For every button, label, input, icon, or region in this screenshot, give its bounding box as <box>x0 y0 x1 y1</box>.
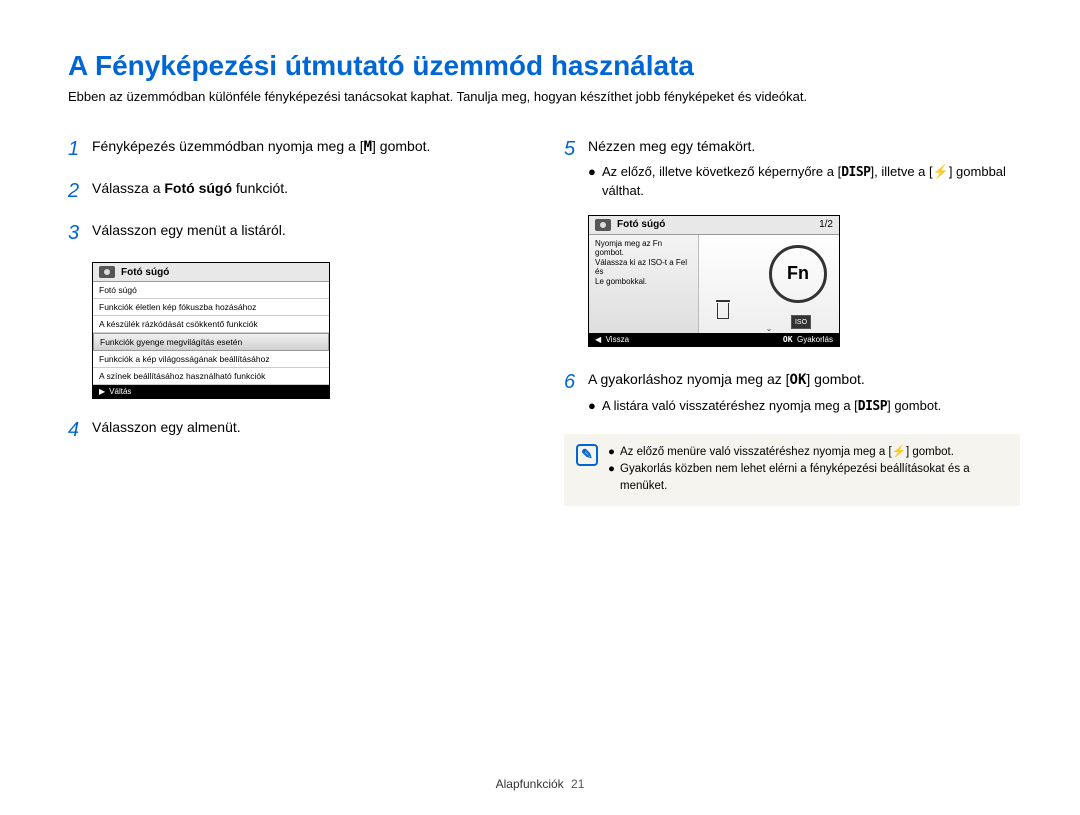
screenshot-menu-list: Fotó súgó Fotó súgó Funkciók életlen kép… <box>92 262 330 399</box>
bullet-icon: ● <box>608 461 620 496</box>
disp-icon: DISP <box>841 165 870 180</box>
fn-dial-icon: Fn <box>769 245 827 303</box>
left-arrow-icon: ◀ <box>595 335 601 344</box>
screen2-title: Fotó súgó <box>617 219 665 230</box>
mode-icon: M <box>364 139 372 155</box>
step-5-text: Nézzen meg egy témakört. <box>588 138 755 154</box>
step-4: 4 Válasszon egy almenüt. <box>68 417 524 445</box>
screen2-footer-right: Gyakorlás <box>797 335 833 344</box>
bullet-icon: ● <box>608 444 620 461</box>
step-5-sub-a: Az előző, illetve következő képernyőre a… <box>602 164 841 179</box>
step-2: 2 Válassza a Fotó súgó funkciót. <box>68 178 524 206</box>
step-number: 6 <box>564 367 588 416</box>
right-arrow-icon: ▶ <box>99 387 105 396</box>
step-1: 1 Fényképezés üzemmódban nyomja meg a [M… <box>68 136 524 164</box>
left-column: 1 Fényképezés üzemmódban nyomja meg a [M… <box>68 136 524 505</box>
step-number: 2 <box>68 176 92 206</box>
step-1-text-b: ] gombot. <box>372 138 430 154</box>
ok-icon: OK <box>783 335 793 344</box>
camera-icon <box>99 266 115 278</box>
list-item: Funkciók a kép világosságának beállításá… <box>93 351 329 368</box>
step-2-bold: Fotó súgó <box>164 180 232 196</box>
page-footer: Alapfunkciók 21 <box>0 777 1080 791</box>
step-2-text-a: Válassza a <box>92 180 164 196</box>
step-3: 3 Válasszon egy menüt a listáról. <box>68 220 524 248</box>
step-5-sub-b: ], illetve a [ <box>871 164 933 179</box>
intro-text: Ebben az üzemmódban különféle fényképezé… <box>68 88 1020 106</box>
footer-label: Alapfunkciók <box>496 777 564 791</box>
step-6-sub-b: ] gombot. <box>887 398 941 413</box>
camera-icon <box>595 219 611 231</box>
chevron-down-icon: ⌄ <box>766 324 773 333</box>
flash-icon: ⚡ <box>892 446 906 458</box>
screenshot-topic-view: Fotó súgó 1/2 Nyomja meg az Fn gombot. V… <box>588 215 840 347</box>
footer-page: 21 <box>571 777 584 791</box>
screen1-title: Fotó súgó <box>121 267 169 278</box>
bullet-icon: ● <box>588 163 602 200</box>
list-item: Fotó súgó <box>93 282 329 299</box>
step-number: 5 <box>564 134 588 200</box>
list-item: A készülék rázkódását csökkentő funkciók <box>93 316 329 333</box>
note-line2: Gyakorlás közben nem lehet elérni a fény… <box>620 461 1008 496</box>
list-item-selected: Funkciók gyenge megvilágítás esetén <box>93 333 329 351</box>
step-4-text: Válasszon egy almenüt. <box>92 417 524 445</box>
step-number: 3 <box>68 218 92 248</box>
step-number: 1 <box>68 134 92 164</box>
step-5: 5 Nézzen meg egy témakört. ● Az előző, i… <box>564 136 1020 200</box>
screen2-page-indicator: 1/2 <box>819 219 833 230</box>
step-number: 4 <box>68 415 92 445</box>
note-box: ✎ ● Az előző menüre való visszatéréshez … <box>564 434 1020 506</box>
right-column: 5 Nézzen meg egy témakört. ● Az előző, i… <box>564 136 1020 505</box>
note-line1-a: Az előző menüre való visszatéréshez nyom… <box>620 446 892 458</box>
ok-icon: OK <box>790 372 807 388</box>
step-1-text-a: Fényképezés üzemmódban nyomja meg a [ <box>92 138 364 154</box>
iso-chip-icon: ISO <box>791 315 811 329</box>
step-2-text-b: funkciót. <box>232 180 288 196</box>
list-item: Funkciók életlen kép fókuszba hozásához <box>93 299 329 316</box>
screen2-footer-left: Vissza <box>606 335 629 344</box>
screen1-footer: Váltás <box>109 387 131 396</box>
flash-icon: ⚡ <box>933 164 949 179</box>
disp-icon: DISP <box>858 399 887 414</box>
step-6-text-b: ] gombot. <box>806 371 864 387</box>
bullet-icon: ● <box>588 397 602 416</box>
note-line1-b: ] gombot. <box>906 446 954 458</box>
screen2-line3: Le gombokkal. <box>595 277 692 287</box>
screen2-line2: Válassza ki az ISO-t a Fel és <box>595 258 692 277</box>
screen2-line1: Nyomja meg az Fn gombot. <box>595 239 692 258</box>
step-6-text-a: A gyakorláshoz nyomja meg az [ <box>588 371 790 387</box>
trash-icon <box>717 303 729 319</box>
step-3-text: Válasszon egy menüt a listáról. <box>92 220 524 248</box>
list-item: A színek beállításához használható funkc… <box>93 368 329 385</box>
step-6-sub-a: A listára való visszatéréshez nyomja meg… <box>602 398 858 413</box>
step-6: 6 A gyakorláshoz nyomja meg az [OK] gomb… <box>564 369 1020 416</box>
page-title: A Fényképezési útmutató üzemmód használa… <box>68 50 1020 82</box>
note-icon: ✎ <box>576 444 598 466</box>
